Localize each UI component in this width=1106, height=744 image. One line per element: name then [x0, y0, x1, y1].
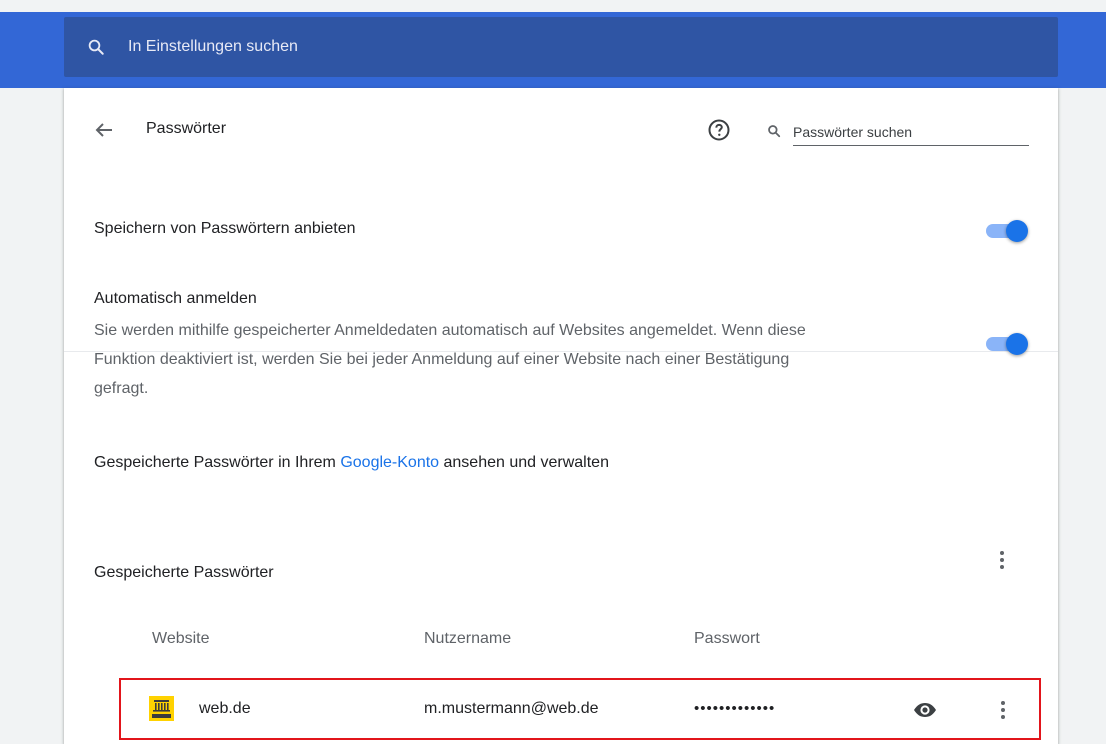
auto-signin-desc-line: Funktion deaktiviert ist, werden Sie bei… [94, 351, 790, 368]
auto-signin-desc-line: Sie werden mithilfe gespeicherter Anmeld… [94, 322, 806, 339]
settings-search-box[interactable]: In Einstellungen suchen [64, 17, 1058, 77]
left-gutter [0, 88, 64, 744]
right-gutter [1058, 88, 1106, 744]
column-header-website: Website [152, 630, 210, 647]
saved-passwords-title: Gespeicherte Passwörter [94, 564, 274, 581]
column-header-username: Nutzername [424, 630, 512, 647]
offer-save-label: Speichern von Passwörtern anbieten [94, 220, 356, 237]
password-row: web.de m.mustermann@web.de ••••••••••••• [119, 678, 1041, 740]
header-top-strip [0, 0, 1106, 12]
password-search-input[interactable]: Passwörter suchen [793, 119, 1029, 146]
row-password: ••••••••••••• [694, 700, 776, 717]
more-vert-icon[interactable] [990, 548, 1014, 572]
search-icon [86, 37, 106, 57]
eye-icon[interactable] [911, 696, 939, 724]
toggle-knob [1006, 333, 1028, 355]
auto-signin-title: Automatisch anmelden [94, 290, 257, 307]
auto-signin-desc-line: gefragt. [94, 380, 149, 397]
passwords-header: Passwörter Passwörter suchen [64, 88, 1058, 172]
webde-favicon [149, 696, 174, 721]
offer-save-toggle[interactable] [982, 218, 1028, 242]
more-vert-icon[interactable] [991, 698, 1015, 722]
google-account-line: Gespeicherte Passwörter in Ihrem Google-… [94, 454, 609, 472]
settings-search-placeholder: In Einstellungen suchen [128, 38, 298, 55]
passwords-card: Passwörter Passwörter suchen Speichern v… [64, 88, 1058, 744]
row-username: m.mustermann@web.de [424, 700, 599, 717]
auto-signin-toggle[interactable] [982, 331, 1028, 355]
auto-signin-description: Sie werden mithilfe gespeicherter Anmeld… [94, 316, 964, 403]
help-circle-icon[interactable] [707, 118, 731, 142]
google-account-prefix: Gespeicherte Passwörter in Ihrem [94, 454, 341, 471]
settings-header-bar: In Einstellungen suchen [0, 0, 1106, 88]
search-icon [767, 124, 783, 140]
page-title: Passwörter [146, 120, 227, 137]
toggle-knob [1006, 220, 1028, 242]
password-search[interactable]: Passwörter suchen [767, 118, 1029, 146]
column-header-password: Passwort [694, 630, 760, 647]
row-website: web.de [199, 700, 251, 717]
google-account-link[interactable]: Google-Konto [340, 454, 439, 471]
arrow-back-icon[interactable] [92, 118, 116, 142]
google-account-suffix: ansehen und verwalten [439, 454, 609, 471]
